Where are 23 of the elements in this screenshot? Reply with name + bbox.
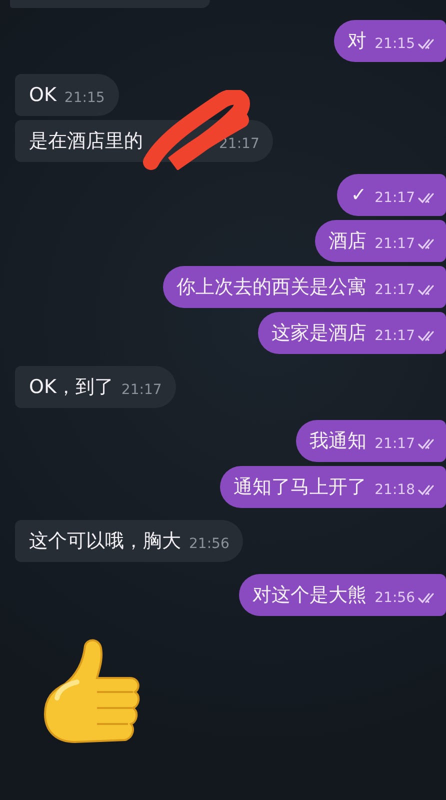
message-time: 21:17 xyxy=(374,235,415,253)
message-text: 你上次去的西关是公寓 xyxy=(176,275,367,300)
message-time: 21:17 xyxy=(374,189,415,207)
message-time: 21:17 xyxy=(374,435,415,453)
message-time: 21:15 xyxy=(64,89,105,107)
message-text: OK，到了 xyxy=(29,375,114,400)
message-text: 我通知 xyxy=(310,429,367,454)
message-text: 对 xyxy=(348,29,367,54)
message-text: ✓ xyxy=(350,183,367,208)
message-text: 对这个是大熊 xyxy=(252,583,367,608)
message-time: 21:56 xyxy=(189,535,230,553)
message-time: 21:15 xyxy=(374,35,415,53)
message-time: 21:17 xyxy=(374,281,415,299)
message-text: OK xyxy=(29,83,56,108)
message-time: 21:17 xyxy=(374,327,415,345)
message-time: 21:17 xyxy=(121,381,162,399)
message-text: 这个可以哦，胸大 xyxy=(29,529,181,554)
message-time: 21:18 xyxy=(374,481,415,499)
message-time: 21:56 xyxy=(374,589,415,607)
message-text: 酒店 xyxy=(328,229,367,254)
message-text: 这家是酒店 xyxy=(272,321,367,346)
message-text: 是在酒店里的 xyxy=(29,129,143,154)
message-text: 通知了马上开了 xyxy=(234,475,367,500)
